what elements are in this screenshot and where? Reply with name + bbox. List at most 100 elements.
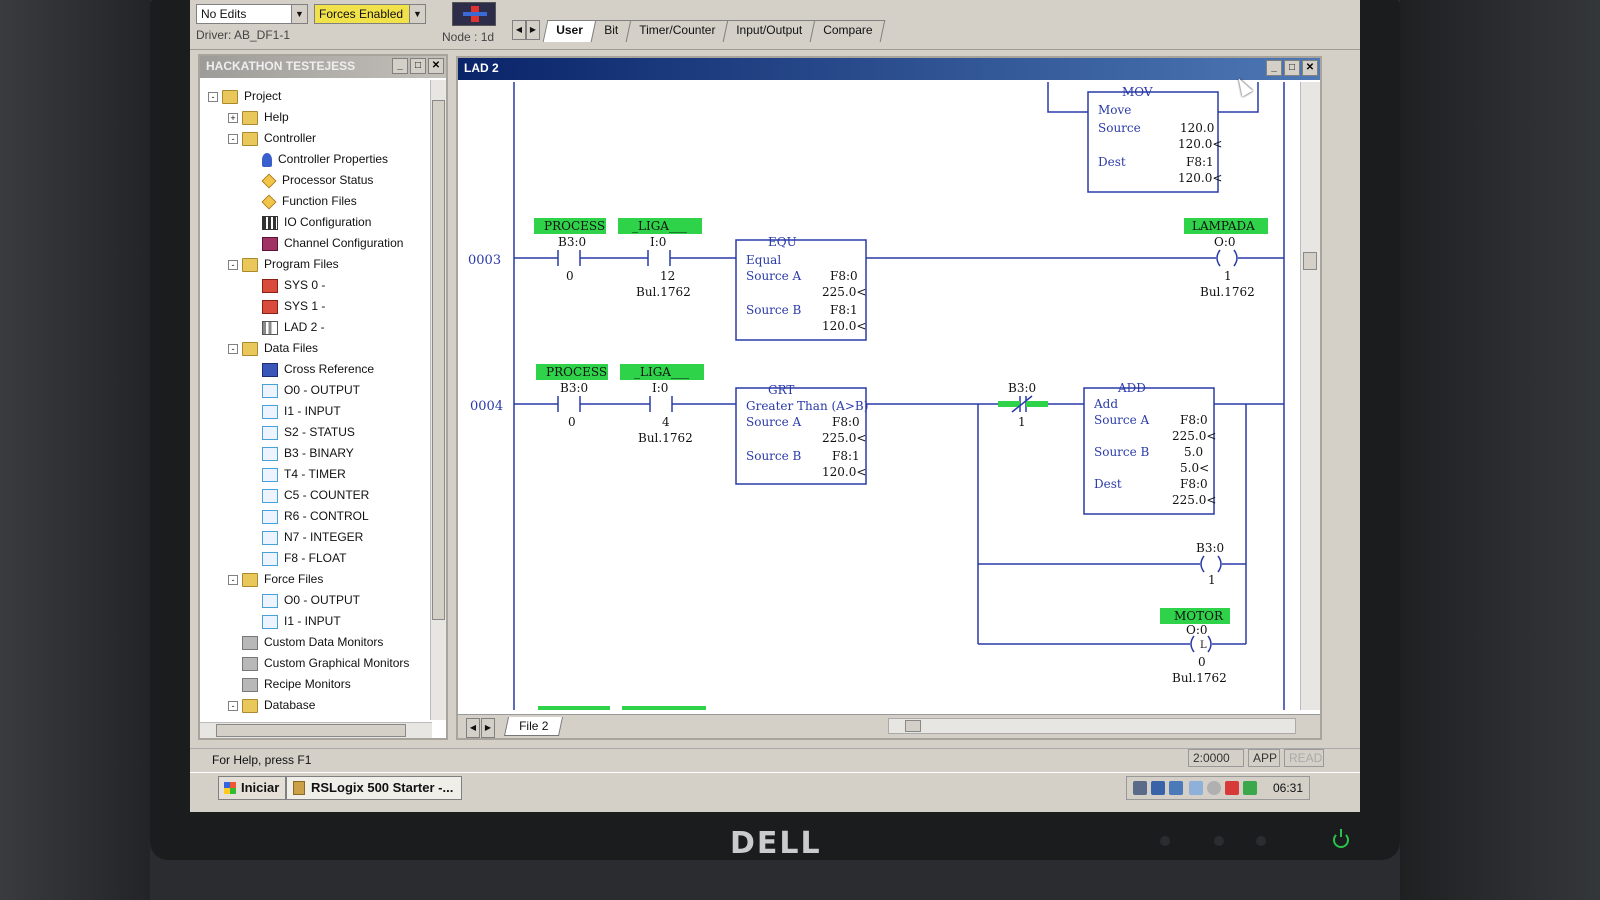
tree-item[interactable]: R6 - CONTROL — [200, 506, 432, 527]
tab-input-output[interactable]: Input/Output — [722, 20, 816, 42]
processor-state-icon — [452, 2, 496, 26]
monitor-button[interactable] — [1256, 836, 1266, 846]
close-button[interactable]: ✕ — [1302, 60, 1318, 76]
contact-bit: 4 — [662, 415, 670, 429]
ladder-editor[interactable]: L MOV Move Source 120.0 120.0< Dest F8:1… — [458, 82, 1300, 710]
minimize-button[interactable]: _ — [1266, 60, 1282, 76]
tree-item[interactable]: C5 - COUNTER — [200, 485, 432, 506]
tree-item[interactable]: - Force Files — [200, 569, 432, 590]
security-icon[interactable] — [1243, 781, 1257, 795]
folder-icon — [242, 572, 258, 587]
tree-item-label: Controller — [264, 131, 317, 145]
tree-item[interactable]: Custom Graphical Monitors — [200, 653, 432, 674]
update-icon[interactable] — [1207, 781, 1221, 795]
computer-icon[interactable] — [1169, 781, 1183, 795]
tab-compare[interactable]: Compare — [809, 20, 886, 42]
power-icon[interactable] — [1333, 829, 1349, 848]
tree-item[interactable]: I1 - INPUT — [200, 401, 432, 422]
tree-item[interactable]: Processor Status — [200, 170, 432, 191]
chevron-down-icon[interactable]: ▼ — [291, 5, 307, 23]
collapse-icon[interactable]: - — [228, 574, 238, 585]
tree-item[interactable]: - Project — [200, 86, 432, 107]
antivirus-icon[interactable] — [1225, 781, 1239, 795]
grt-a-label: Source A — [746, 415, 802, 429]
scroll-thumb[interactable] — [905, 720, 921, 732]
tree-item[interactable]: T4 - TIMER — [200, 464, 432, 485]
tree-item-label: O0 - OUTPUT — [284, 383, 361, 397]
file-prev-button[interactable]: ◀ — [466, 718, 480, 738]
tree-item[interactable]: SYS 0 - — [200, 275, 432, 296]
ladder-window-titlebar[interactable]: LAD 2 _ □ ✕ — [458, 58, 1320, 80]
tree-item[interactable]: SYS 1 - — [200, 296, 432, 317]
tree-item[interactable]: - Database — [200, 695, 432, 716]
maximize-button[interactable]: □ — [1284, 60, 1300, 76]
tree-item[interactable]: I1 - INPUT — [200, 611, 432, 632]
scroll-thumb[interactable] — [432, 100, 445, 620]
monitor-button[interactable] — [1160, 836, 1170, 846]
tree-item-label: Database — [264, 698, 316, 712]
file-next-button[interactable]: ▶ — [481, 718, 495, 738]
tree-item[interactable]: - Program Files — [200, 254, 432, 275]
forces-combo-value: Forces Enabled — [319, 7, 404, 21]
project-window-titlebar[interactable]: HACKATHON TESTEJESS _ □ ✕ — [200, 56, 446, 78]
module-label: Bul.1762 — [1172, 671, 1227, 685]
tree-item[interactable]: Cross Reference — [200, 359, 432, 380]
collapse-icon[interactable]: - — [208, 91, 218, 102]
start-button[interactable]: Iniciar — [218, 776, 287, 800]
taskbar-app-button[interactable]: RSLogix 500 Starter -... — [286, 776, 462, 800]
tab-timer-counter[interactable]: Timer/Counter — [625, 20, 729, 42]
volume-icon[interactable] — [1189, 781, 1203, 795]
network-icon[interactable] — [1133, 781, 1147, 795]
tab-prev-button[interactable]: ◀ — [512, 20, 526, 40]
node-label: Node : 1d — [442, 30, 495, 44]
tree-item[interactable]: LAD 2 - — [200, 317, 432, 338]
rung-number-0004[interactable]: 0004 — [470, 399, 503, 414]
tree-item[interactable]: N7 - INTEGER — [200, 527, 432, 548]
minimize-button[interactable]: _ — [392, 58, 408, 74]
tab-file-2[interactable]: File 2 — [503, 717, 564, 736]
scroll-thumb[interactable] — [1303, 252, 1317, 270]
tree-item[interactable]: F8 - FLOAT — [200, 548, 432, 569]
tree-item[interactable]: B3 - BINARY — [200, 443, 432, 464]
collapse-icon[interactable]: - — [228, 133, 238, 144]
tree-item[interactable]: IO Configuration — [200, 212, 432, 233]
collapse-icon[interactable]: - — [228, 343, 238, 354]
tree-item[interactable]: Recipe Monitors — [200, 674, 432, 695]
forces-combo[interactable]: Forces Enabled ▼ — [314, 4, 426, 24]
edits-combo[interactable]: No Edits ▼ — [196, 4, 308, 24]
ladder-vscroll[interactable] — [1300, 82, 1320, 710]
monitor-button[interactable] — [1214, 836, 1224, 846]
tree-item[interactable]: + Help — [200, 107, 432, 128]
tab-user[interactable]: User — [542, 20, 597, 42]
coil-address: O:0 — [1214, 235, 1236, 249]
tree-item[interactable]: Custom Data Monitors — [200, 632, 432, 653]
tree-item[interactable]: - Controller — [200, 128, 432, 149]
collapse-icon[interactable]: - — [228, 259, 238, 270]
tree-item[interactable]: O0 - OUTPUT — [200, 590, 432, 611]
expand-icon[interactable]: + — [228, 112, 238, 123]
background-right — [1400, 0, 1600, 900]
collapse-icon[interactable]: - — [228, 700, 238, 711]
scroll-thumb[interactable] — [216, 724, 406, 737]
chevron-down-icon[interactable]: ▼ — [409, 5, 425, 23]
state-indicator: READ — [1284, 749, 1324, 767]
grt-a-addr: F8:0 — [832, 415, 860, 429]
tree-item[interactable]: Controller Properties — [200, 149, 432, 170]
project-tree-vscroll[interactable] — [430, 80, 446, 720]
tab-bit[interactable]: Bit — [590, 20, 632, 42]
tree-item[interactable]: Channel Configuration — [200, 233, 432, 254]
project-tree-hscroll[interactable] — [200, 722, 432, 738]
tree-item[interactable]: S2 - STATUS — [200, 422, 432, 443]
rslinx-icon[interactable] — [1151, 781, 1165, 795]
close-button[interactable]: ✕ — [428, 58, 444, 74]
rung-number-0003[interactable]: 0003 — [468, 253, 501, 268]
tree-item[interactable]: Function Files — [200, 191, 432, 212]
maximize-button[interactable]: □ — [410, 58, 426, 74]
ladder-hscroll[interactable] — [888, 718, 1296, 734]
module-label: Bul.1762 — [1200, 285, 1255, 299]
tree-item[interactable]: O0 - OUTPUT — [200, 380, 432, 401]
tree-item[interactable]: - Data Files — [200, 338, 432, 359]
tab-next-button[interactable]: ▶ — [526, 20, 540, 40]
tree-item-label: Project — [244, 89, 282, 103]
ladder-icon — [262, 320, 278, 335]
